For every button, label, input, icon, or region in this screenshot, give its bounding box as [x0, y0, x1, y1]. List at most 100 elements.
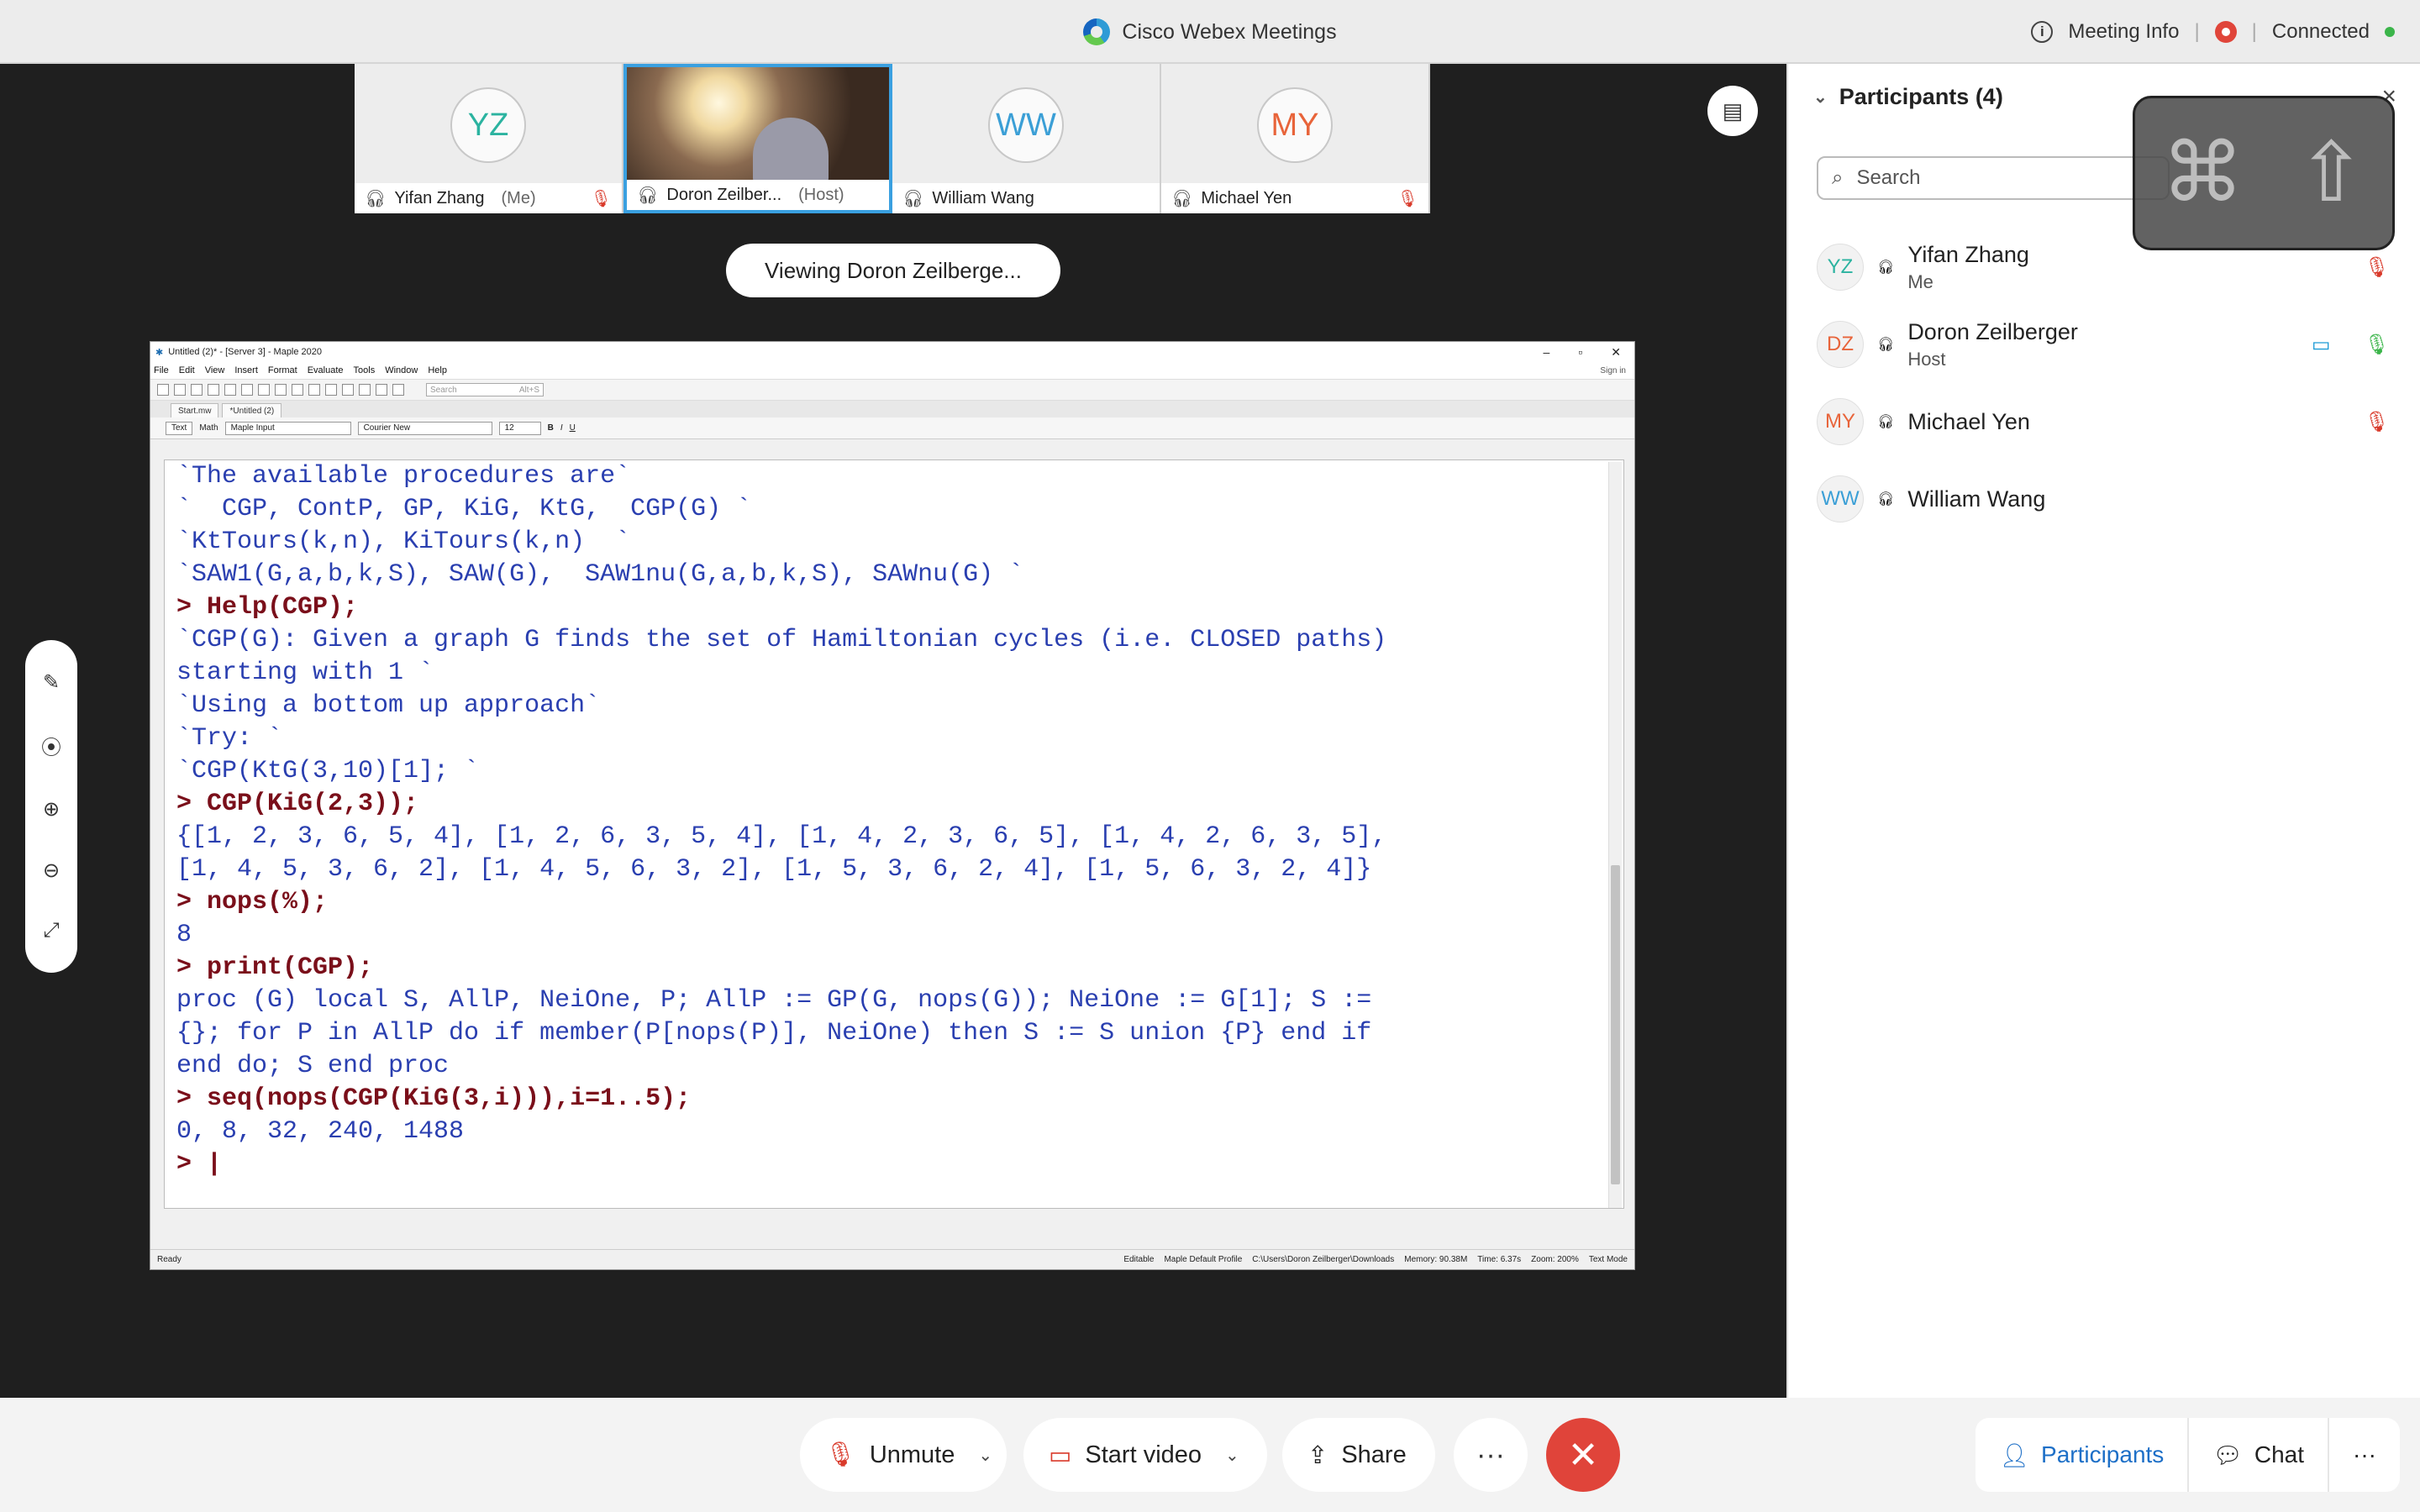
recording-icon[interactable]	[2214, 21, 2237, 43]
vertical-scrollbar[interactable]	[1608, 462, 1622, 1208]
maple-tabs: Start.mw *Untitled (2)	[150, 401, 1634, 417]
output-line: `KtTours(k,n), KiTours(k,n) `	[176, 528, 631, 556]
tab-start[interactable]: Start.mw	[171, 403, 219, 417]
video-tile-michael[interactable]: MY 🎧︎ Michael Yen 🎙︎	[1161, 64, 1430, 213]
maple-worksheet[interactable]: `The available procedures are` ` CGP, Con…	[164, 459, 1624, 1209]
unmute-button[interactable]: 🎙︎ Unmute ⌄	[800, 1418, 1007, 1492]
menu-insert[interactable]: Insert	[234, 365, 258, 375]
close-icon[interactable]: ✕	[1611, 345, 1621, 360]
meeting-info-link[interactable]: Meeting Info	[2068, 20, 2179, 44]
shared-screen-maple[interactable]: ✱ Untitled (2)* - [Server 3] - Maple 202…	[150, 341, 1635, 1270]
copy-icon[interactable]	[241, 384, 253, 396]
participant-row[interactable]: MY 🎧︎ Michael Yen 🎙︎	[1817, 383, 2403, 460]
help-icon[interactable]	[392, 384, 404, 396]
video-tile-doron[interactable]: 🎧︎ Doron Zeilber... (Host)	[623, 64, 892, 213]
video-tile-yifan[interactable]: YZ 🎧︎ Yifan Zhang (Me) 🎙︎	[355, 64, 623, 213]
tile-label: 🎧︎ Michael Yen 🎙︎	[1161, 183, 1428, 213]
muted-mic-icon: 🎙︎	[1397, 189, 1418, 208]
output-line: proc (G) local S, AllP, NeiOne, P; AllP …	[176, 986, 1372, 1015]
save-icon[interactable]	[191, 384, 203, 396]
menu-format[interactable]: Format	[268, 365, 297, 375]
leave-meeting-button[interactable]: ✕	[1546, 1418, 1620, 1492]
maple-search-input[interactable]: Search Alt+S	[426, 383, 544, 396]
more-panels-button[interactable]: ···	[2329, 1418, 2400, 1492]
video-off-icon: ▭	[1049, 1441, 1072, 1469]
chevron-down-icon[interactable]: ⌄	[978, 1445, 992, 1466]
output-line: {}; for P in AllP do if member(P[nops(P)…	[176, 1019, 1372, 1047]
text-mode-toggle[interactable]: Text	[166, 421, 193, 435]
underline-icon[interactable]: U	[570, 423, 576, 433]
muted-mic-icon[interactable]: 🎙︎	[2365, 410, 2390, 434]
style-select[interactable]: Maple Input	[224, 421, 351, 435]
tab-untitled[interactable]: *Untitled (2)	[222, 403, 282, 417]
share-button[interactable]: ⇪ Share	[1282, 1418, 1435, 1492]
minimize-icon[interactable]: –	[1544, 345, 1550, 360]
paste-icon[interactable]	[258, 384, 270, 396]
sign-in-link[interactable]: Sign in	[1600, 366, 1634, 375]
input-line[interactable]: > seq(nops(CGP(KiG(3,i))),i=1..5);	[176, 1083, 1603, 1116]
app-name: Cisco Webex Meetings	[1122, 19, 1337, 44]
size-select[interactable]: 12	[498, 421, 541, 435]
execute-icon[interactable]	[325, 384, 337, 396]
new-doc-icon[interactable]	[157, 384, 169, 396]
participants-button[interactable]: 👤︎ Participants	[1975, 1418, 2190, 1492]
undo-icon[interactable]	[275, 384, 287, 396]
menu-evaluate[interactable]: Evaluate	[308, 365, 344, 375]
panel-title: Participants (4)	[1839, 84, 2003, 109]
new-worksheet-icon[interactable]	[174, 384, 186, 396]
input-line[interactable]: > |	[176, 1148, 1603, 1181]
menu-edit[interactable]: Edit	[179, 365, 195, 375]
output-line: end do; S end proc	[176, 1052, 450, 1080]
input-line[interactable]: > CGP(KiG(2,3));	[176, 788, 1603, 821]
input-line[interactable]: > Help(CGP);	[176, 591, 1603, 624]
output-line: starting with 1 `	[176, 659, 434, 687]
italic-icon[interactable]: I	[560, 423, 563, 433]
zoom-icon[interactable]	[376, 384, 387, 396]
path-status: C:\Users\Doron Zeilberger\Downloads	[1252, 1255, 1395, 1264]
scroll-thumb[interactable]	[1611, 865, 1620, 1184]
active-mic-icon[interactable]: 🎙︎	[2365, 333, 2390, 357]
more-options-button[interactable]: ···	[1454, 1418, 1528, 1492]
video-tile-william[interactable]: WW 🎧︎ William Wang	[892, 64, 1161, 213]
stop-icon[interactable]	[342, 384, 354, 396]
menu-view[interactable]: View	[205, 365, 225, 375]
menu-tools[interactable]: Tools	[354, 365, 376, 375]
zoom-out-icon[interactable]: ⊖	[43, 858, 60, 883]
menu-file[interactable]: File	[154, 365, 169, 375]
start-video-button[interactable]: ▭ Start video ⌄	[1023, 1418, 1267, 1492]
participant-row[interactable]: WW 🎧︎ William Wang	[1817, 460, 2403, 538]
restart-icon[interactable]	[359, 384, 371, 396]
participant-name: Doron Zeilber...	[666, 185, 782, 204]
fit-screen-icon[interactable]: ⤢	[43, 919, 59, 942]
chevron-down-icon[interactable]: ⌄	[1225, 1445, 1239, 1466]
menu-help[interactable]: Help	[428, 365, 447, 375]
bold-icon[interactable]: B	[548, 423, 554, 433]
video-camera-icon[interactable]: ▭	[2312, 333, 2331, 357]
print-icon[interactable]	[208, 384, 219, 396]
info-icon[interactable]: i	[2031, 21, 2054, 43]
maple-toolbar: Search Alt+S	[150, 379, 1634, 401]
menu-window[interactable]: Window	[385, 365, 418, 375]
zoom-in-icon[interactable]: ⊕	[43, 797, 60, 822]
webex-logo-icon	[1083, 18, 1111, 45]
annotate-pen-icon[interactable]: ✎	[43, 670, 60, 695]
muted-mic-icon: 🎙︎	[825, 1441, 856, 1468]
layout-icon[interactable]: ▤	[1707, 86, 1758, 136]
redo-icon[interactable]	[292, 384, 303, 396]
participant-row[interactable]: DZ 🎧︎ Doron Zeilberger Host ▭ 🎙︎	[1817, 306, 2403, 383]
muted-mic-icon[interactable]: 🎙︎	[2365, 255, 2390, 280]
zoom-status: Zoom: 200%	[1531, 1255, 1579, 1264]
math-mode-toggle[interactable]: Math	[199, 423, 218, 433]
participant-search-input[interactable]: ⌕ Search	[1817, 156, 2170, 200]
panel-header[interactable]: ⌄ Participants (4)	[1813, 84, 2003, 110]
maximize-icon[interactable]: ▫	[1578, 345, 1582, 360]
input-line[interactable]: > print(CGP);	[176, 952, 1603, 984]
chevron-down-icon[interactable]: ⌄	[1813, 87, 1828, 108]
text-icon[interactable]	[308, 384, 320, 396]
input-line[interactable]: > nops(%);	[176, 886, 1603, 919]
headset-icon: 🎧︎	[365, 189, 387, 208]
font-select[interactable]: Courier New	[357, 421, 492, 435]
chat-button[interactable]: 💬︎ Chat	[2189, 1418, 2330, 1492]
cut-icon[interactable]	[224, 384, 236, 396]
remote-control-icon[interactable]: ⦿	[41, 731, 61, 760]
